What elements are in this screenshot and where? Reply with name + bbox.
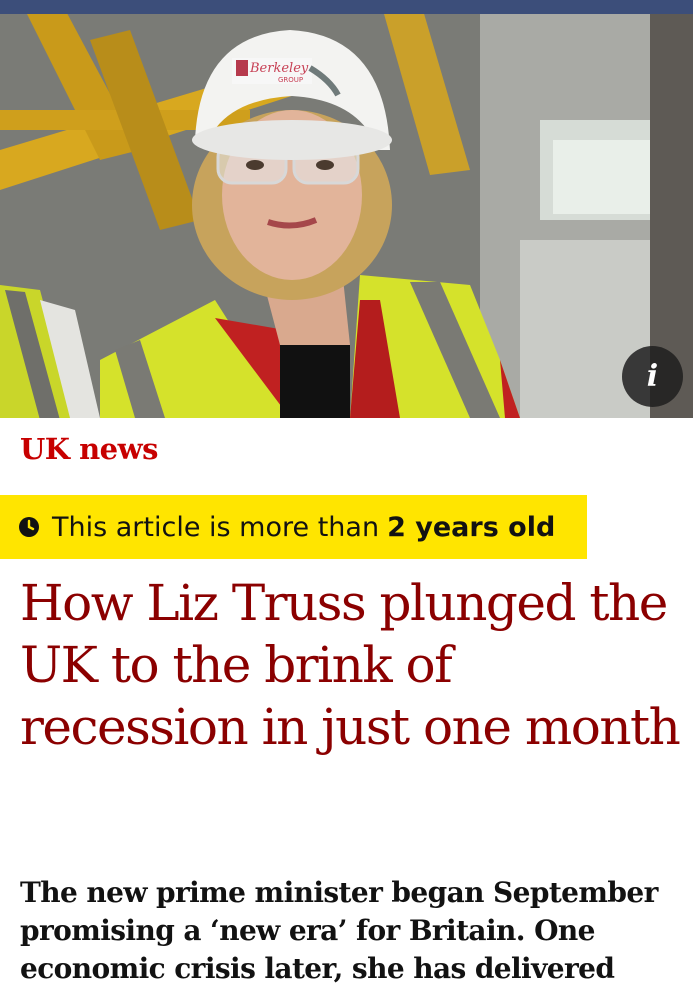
- clock-icon: [19, 517, 39, 537]
- info-button[interactable]: i: [622, 346, 683, 407]
- helmet-logo-sub: GROUP: [278, 76, 303, 84]
- article-headline: How Liz Truss plunged the UK to the brin…: [20, 574, 681, 756]
- hero-photo: Berkeley GROUP: [0, 0, 693, 418]
- hero-image: Berkeley GROUP i: [0, 0, 693, 418]
- article-standfirst: The new prime minister began September p…: [20, 876, 658, 985]
- section-link-uk-news[interactable]: UK news: [20, 432, 158, 466]
- info-icon: i: [646, 359, 659, 394]
- article-age-warning: This article is more than 2 years old: [0, 495, 587, 559]
- age-warning-prefix: This article is more than: [52, 511, 380, 543]
- helmet-logo-text: Berkeley: [249, 61, 309, 76]
- age-warning-emphasis: 2 years old: [387, 511, 556, 543]
